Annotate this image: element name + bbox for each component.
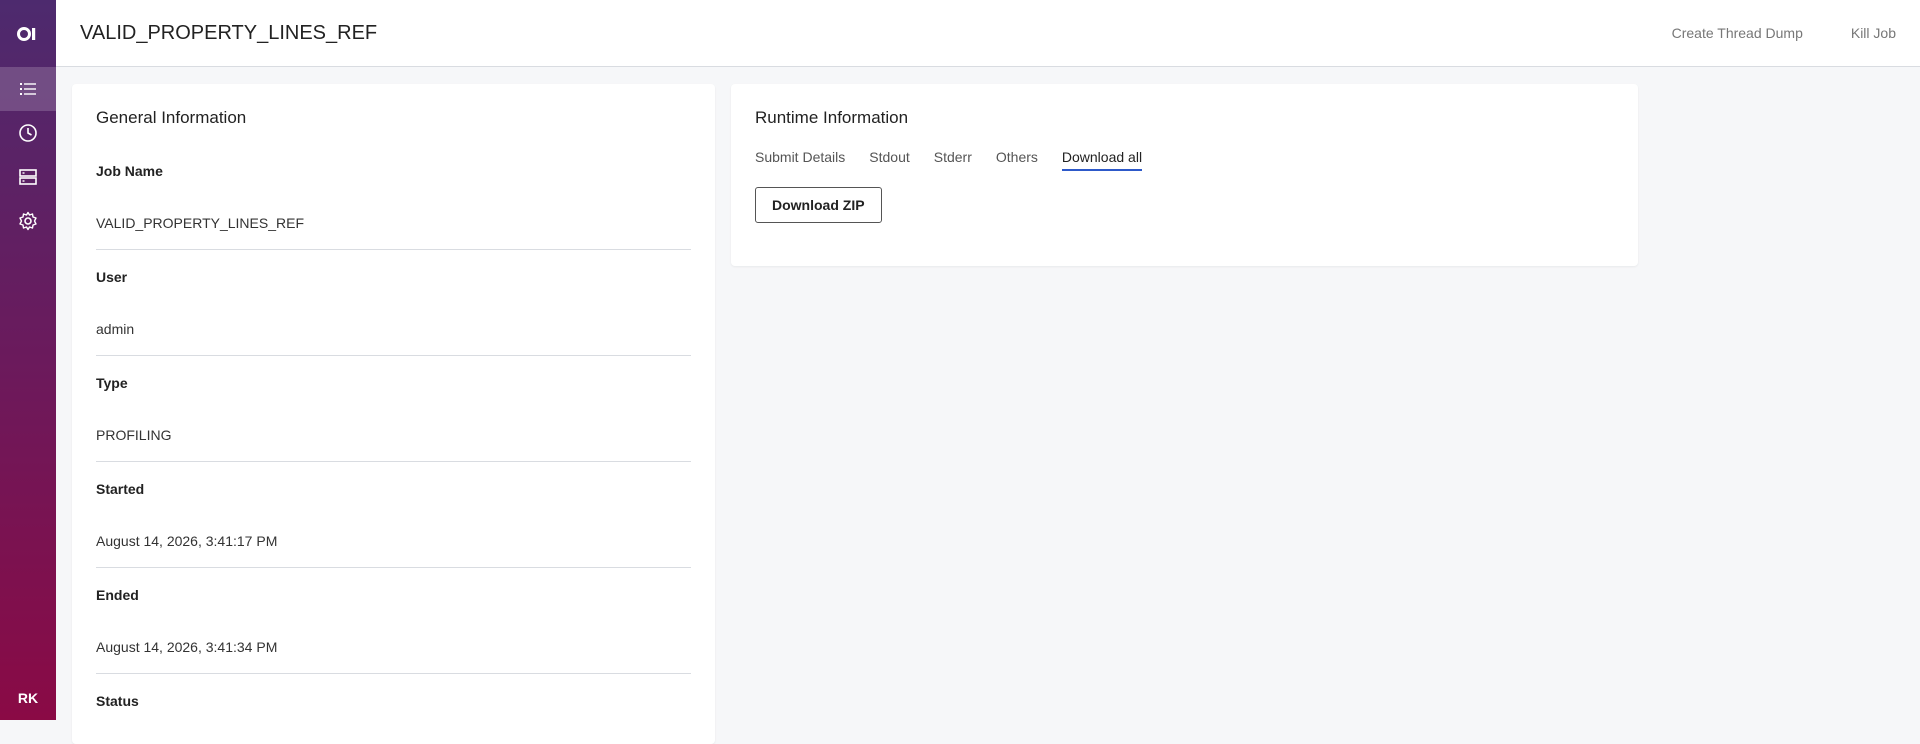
field-value-ended: August 14, 2026, 3:41:34 PM bbox=[96, 621, 691, 674]
field-value-started: August 14, 2026, 3:41:17 PM bbox=[96, 515, 691, 568]
server-icon bbox=[19, 169, 37, 185]
gear-icon bbox=[19, 211, 37, 231]
card-title: Runtime Information bbox=[755, 108, 909, 127]
tab-download-all[interactable]: Download all bbox=[1061, 149, 1143, 171]
avatar[interactable]: RK bbox=[0, 690, 56, 706]
tab-others[interactable]: Others bbox=[996, 149, 1038, 171]
clock-icon bbox=[19, 124, 37, 142]
general-information-card: General Information Job Name VALID_PROPE… bbox=[72, 84, 715, 744]
list-icon bbox=[20, 83, 36, 95]
sidebar-item-settings[interactable] bbox=[0, 199, 56, 243]
field-label-user: User bbox=[96, 268, 128, 285]
header: VALID_PROPERTY_LINES_REF Create Thread D… bbox=[56, 0, 1920, 67]
card-title: General Information bbox=[96, 108, 247, 127]
field-label-status: Status bbox=[96, 692, 139, 709]
kill-job-button[interactable]: Kill Job bbox=[1851, 25, 1896, 41]
tab-stdout[interactable]: Stdout bbox=[869, 149, 909, 171]
field-label-started: Started bbox=[96, 480, 145, 497]
sidebar-item-jobs[interactable] bbox=[0, 67, 56, 111]
create-thread-dump-button[interactable]: Create Thread Dump bbox=[1672, 25, 1803, 41]
tab-stderr[interactable]: Stderr bbox=[934, 149, 972, 171]
download-zip-button[interactable]: Download ZIP bbox=[755, 187, 882, 223]
field-value-type: PROFILING bbox=[96, 409, 691, 462]
app-logo[interactable] bbox=[0, 0, 56, 67]
sidebar: RK bbox=[0, 0, 56, 720]
logo-icon bbox=[17, 26, 36, 41]
field-label-type: Type bbox=[96, 374, 128, 391]
field-value-job-name: VALID_PROPERTY_LINES_REF bbox=[96, 197, 691, 250]
sidebar-item-servers[interactable] bbox=[0, 155, 56, 199]
tab-submit-details[interactable]: Submit Details bbox=[755, 149, 845, 171]
sidebar-item-history[interactable] bbox=[0, 111, 56, 155]
field-label-job-name: Job Name bbox=[96, 162, 163, 179]
field-value-user: admin bbox=[96, 303, 691, 356]
runtime-tabs: Submit Details Stdout Stderr Others Down… bbox=[755, 149, 1614, 171]
runtime-information-card: Runtime Information Submit Details Stdou… bbox=[731, 84, 1638, 266]
page-title: VALID_PROPERTY_LINES_REF bbox=[80, 21, 378, 44]
field-label-ended: Ended bbox=[96, 586, 139, 603]
